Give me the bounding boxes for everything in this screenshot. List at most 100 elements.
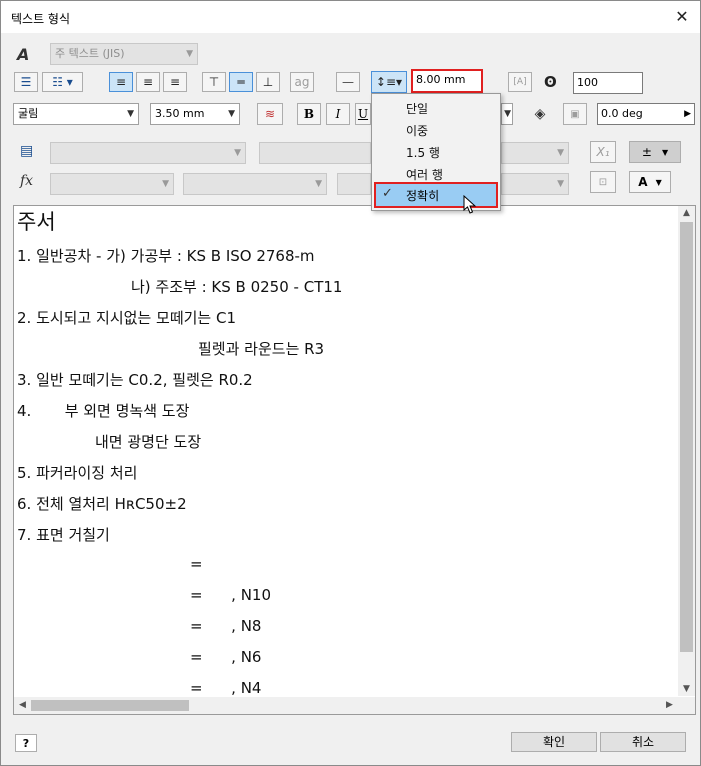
menu-item-multiple[interactable]: 여러 행 (406, 166, 443, 183)
font-combo[interactable]: 굴림 ▼ (13, 103, 139, 125)
align-left-button[interactable]: ≡ (109, 72, 133, 92)
chevron-down-icon: ▼ (186, 49, 193, 59)
line-icon: — (342, 75, 354, 89)
cancel-button[interactable]: 취소 (600, 732, 686, 752)
editor-line: 6. 전체 열처리 HʀC50±2 (17, 495, 187, 513)
align-bottom-button[interactable]: ⊥ (256, 72, 280, 92)
chevron-down-icon: ▼ (557, 179, 564, 189)
align-center-button[interactable]: ≡ (136, 72, 160, 92)
align-right-icon: ≡ (169, 75, 181, 89)
align-center-icon: ≡ (142, 75, 154, 89)
menu-item-exactly[interactable]: ✓ 정확히 (374, 182, 498, 208)
ok-button[interactable]: 확인 (511, 732, 597, 752)
menu-item-double[interactable]: 이중 (406, 122, 428, 139)
text-color-label: A (638, 175, 648, 189)
help-button[interactable]: ? (15, 734, 37, 752)
align-right-button[interactable]: ≡ (163, 72, 187, 92)
editor-line: = , N8 (190, 617, 262, 635)
align-top-icon: ⊤ (208, 75, 220, 89)
text-style-combo[interactable]: 주 텍스트 (JIS) ▼ (50, 43, 198, 65)
font-size-value: 3.50 mm (155, 107, 205, 120)
fit-text-button[interactable]: [A] (508, 72, 532, 92)
text-color-button[interactable]: A ▼ (629, 171, 671, 193)
close-icon[interactable]: ✕ (670, 5, 694, 29)
text-frame-icon: ▣ (570, 108, 580, 120)
chevron-right-icon: ▶ (684, 109, 691, 119)
editor-line: 내면 광명단 도장 (95, 433, 202, 451)
editor-line-heading: 주서 (17, 210, 56, 234)
align-middle-button[interactable]: ═ (229, 72, 253, 92)
horizontal-scroll-thumb[interactable] (31, 700, 189, 711)
window-title: 텍스트 형식 (11, 12, 71, 26)
font-size-combo[interactable]: 3.50 mm ▼ (150, 103, 240, 125)
source-combo[interactable] (259, 142, 371, 164)
function-value-combo[interactable] (337, 173, 371, 195)
menu-item-one-half[interactable]: 1.5 행 (406, 144, 440, 161)
function-type-combo[interactable]: ▼ (50, 173, 174, 195)
function-property-combo[interactable]: ▼ (183, 173, 327, 195)
chevron-down-icon: ▼ (557, 148, 564, 158)
text-editor[interactable]: 주서 1. 일반공차 - 가) 가공부 : KS B ISO 2768-m 나)… (13, 205, 696, 715)
editor-line: = , N6 (190, 648, 262, 666)
underline-label: U (357, 107, 369, 121)
align-bottom-icon: ⊥ (262, 75, 274, 89)
rotation-field[interactable]: 0.0 deg ▶ (597, 103, 695, 125)
fit-text-icon: [A] (513, 77, 527, 87)
align-left-icon: ≡ (115, 75, 127, 89)
editor-line: 7. 표면 거칠기 (17, 526, 110, 544)
stack-icon: ≋ (264, 107, 276, 121)
checkmark-icon: ✓ (382, 186, 393, 201)
color-combo-partial[interactable]: ▼ (501, 103, 513, 125)
stack-button[interactable]: ≋ (257, 103, 283, 125)
insert-parameter-button[interactable]: X₁ (590, 141, 616, 163)
help-icon: ? (22, 736, 30, 750)
horizontal-scrollbar[interactable]: ◀ ▶ (14, 697, 695, 714)
numbered-list-button[interactable]: ☷ ▾ (42, 72, 83, 92)
italic-button[interactable]: I (326, 103, 350, 125)
underline-button[interactable]: U (355, 103, 371, 125)
line-spacing-value-field[interactable]: 8.00 mm (411, 69, 483, 93)
width-scale-field[interactable]: 100 (573, 72, 643, 94)
chevron-up-icon[interactable]: ▲ (678, 208, 695, 218)
vertical-scrollbar[interactable]: ▲ ▼ (678, 206, 695, 696)
line-spacing-button[interactable]: ↕≡▾ (371, 71, 407, 93)
line-spacing-value: 8.00 mm (416, 73, 466, 86)
editor-line: = (190, 555, 203, 573)
chevron-down-icon[interactable]: ▼ (678, 684, 695, 694)
plus-minus-symbol: ± (641, 145, 652, 159)
parameter-combo[interactable]: ▼ (501, 142, 569, 164)
editor-line: 3. 일반 모떼기는 C0.2, 필렛은 R0.2 (17, 371, 253, 389)
editor-line: 4. 부 외면 명녹색 도장 (17, 402, 190, 420)
strikethrough-button[interactable]: — (336, 72, 360, 92)
vertical-scroll-thumb[interactable] (680, 222, 693, 652)
chevron-down-icon: ▼ (234, 148, 241, 158)
chevron-right-icon[interactable]: ▶ (661, 700, 678, 710)
menu-item-single[interactable]: 단일 (406, 100, 428, 117)
symbol-button[interactable]: ± ▼ (629, 141, 681, 163)
bold-button[interactable]: B (297, 103, 321, 125)
editor-line: 나) 주조부 : KS B 0250 - CT11 (131, 278, 343, 296)
insert-function-button[interactable]: ⊡ (590, 171, 616, 193)
fill-color-button[interactable]: ◈ (528, 103, 552, 125)
document-icon: ▤ (20, 143, 34, 159)
chevron-left-icon[interactable]: ◀ (14, 700, 31, 710)
insert-function-icon: ⊡ (598, 176, 608, 188)
text-frame-button[interactable]: ▣ (563, 103, 587, 125)
line-spacing-icon: ↕≡▾ (375, 75, 403, 89)
editor-line: 5. 파커라이징 처리 (17, 464, 138, 482)
parameter-icon: X₁ (596, 145, 610, 159)
chevron-down-icon: ▼ (228, 109, 235, 119)
numbered-list-icon: ☷ ▾ (52, 75, 73, 89)
function-precision-combo[interactable]: ▼ (501, 173, 569, 195)
bullet-list-button[interactable]: ☰ (14, 72, 38, 92)
editor-line: = , N10 (190, 586, 272, 604)
stack-text-button[interactable]: ag (290, 72, 314, 92)
component-combo[interactable]: ▼ (50, 142, 246, 164)
line-spacing-menu: 단일 이중 1.5 행 여러 행 ✓ 정확히 (371, 93, 501, 211)
title-bar: 텍스트 형식 ✕ (1, 1, 700, 33)
bullet-list-icon: ☰ (20, 75, 32, 89)
width-scale-icon: ʘ (544, 73, 557, 91)
align-top-button[interactable]: ⊤ (202, 72, 226, 92)
bold-label: B (303, 107, 315, 121)
chevron-down-icon: ▼ (504, 109, 511, 119)
